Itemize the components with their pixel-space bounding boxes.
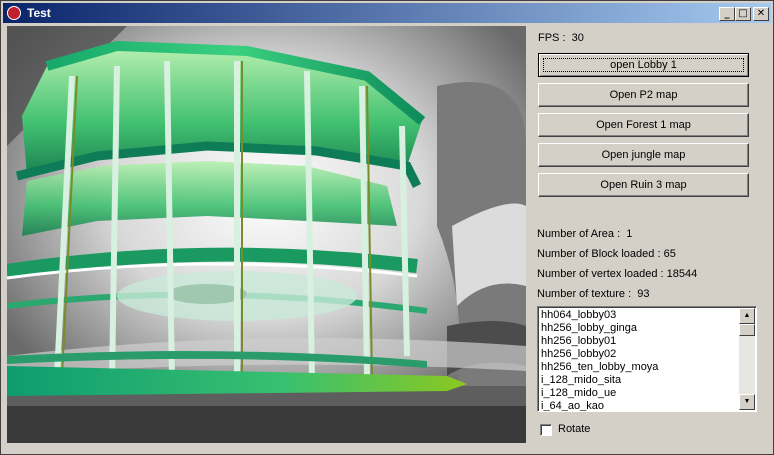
button-label: Open P2 map xyxy=(609,89,678,101)
open-lobby-1-button[interactable]: open Lobby 1 xyxy=(538,53,749,77)
button-label: Open jungle map xyxy=(601,149,686,161)
rendered-scene xyxy=(7,26,526,443)
stat-texture-count: Number of texture : 93 xyxy=(537,288,650,300)
fps-readout: FPS : 30 xyxy=(538,32,584,44)
list-item[interactable]: i_64_ao_kao xyxy=(541,400,658,411)
stat-value: 93 xyxy=(637,288,650,300)
close-button[interactable]: ✕ xyxy=(753,7,769,21)
scroll-thumb[interactable] xyxy=(739,324,755,336)
open-ruin-3-map-button[interactable]: Open Ruin 3 map xyxy=(538,173,749,197)
stat-value: 18544 xyxy=(666,268,698,280)
fps-value: 30 xyxy=(571,32,584,44)
button-label: Open Ruin 3 map xyxy=(600,179,687,191)
stat-value: 1 xyxy=(626,228,633,240)
scroll-up-arrow-icon[interactable]: ▲ xyxy=(739,308,755,324)
open-p2-map-button[interactable]: Open P2 map xyxy=(538,83,749,107)
window-title: Test xyxy=(27,6,51,20)
app-window: Test _ □ ✕ FPS: 30 open Lobby 1 Open P2… xyxy=(0,0,774,455)
list-item[interactable]: i_128_mido_sita xyxy=(541,374,658,387)
list-item[interactable]: i_128_mido_ue xyxy=(541,387,658,400)
title-bar[interactable]: Test _ □ ✕ xyxy=(3,3,771,23)
stat-vertex-count: Number of vertex loaded : 18544 xyxy=(537,268,697,280)
fps-label: FPS : xyxy=(538,32,566,44)
texture-listbox[interactable]: hh064_lobby03 hh256_lobby_ginga hh256_lo… xyxy=(537,306,757,412)
stat-area-count: Number of Area : 1 xyxy=(537,228,632,240)
button-label: Open Forest 1 map xyxy=(596,119,691,131)
texture-list-items: hh064_lobby03 hh256_lobby_ginga hh256_lo… xyxy=(541,309,658,411)
list-item[interactable]: hh256_lobby01 xyxy=(541,335,658,348)
list-item[interactable]: hh256_ten_lobby_moya xyxy=(541,361,658,374)
stat-block-count: Number of Block loaded : 65 xyxy=(537,248,676,260)
rotate-label[interactable]: Rotate xyxy=(558,423,590,435)
stat-label: Number of texture : xyxy=(537,288,632,300)
list-item[interactable]: hh064_lobby03 xyxy=(541,309,658,322)
stat-value: 65 xyxy=(663,248,676,260)
maximize-button[interactable]: □ xyxy=(735,7,751,21)
app-icon xyxy=(7,6,21,20)
minimize-button[interactable]: _ xyxy=(719,7,735,21)
vertical-scrollbar[interactable]: ▲ ▼ xyxy=(739,308,755,410)
stat-label: Number of Block loaded : xyxy=(537,248,661,260)
list-item[interactable]: hh256_lobby_ginga xyxy=(541,322,658,335)
stat-label: Number of Area : xyxy=(537,228,621,240)
3d-render-viewport[interactable] xyxy=(7,26,526,443)
list-item[interactable]: hh256_lobby02 xyxy=(541,348,658,361)
open-jungle-map-button[interactable]: Open jungle map xyxy=(538,143,749,167)
stat-label: Number of vertex loaded : xyxy=(537,268,664,280)
focus-rect xyxy=(543,58,744,72)
open-forest-1-map-button[interactable]: Open Forest 1 map xyxy=(538,113,749,137)
rotate-checkbox[interactable] xyxy=(540,424,552,436)
scroll-down-arrow-icon[interactable]: ▼ xyxy=(739,394,755,410)
